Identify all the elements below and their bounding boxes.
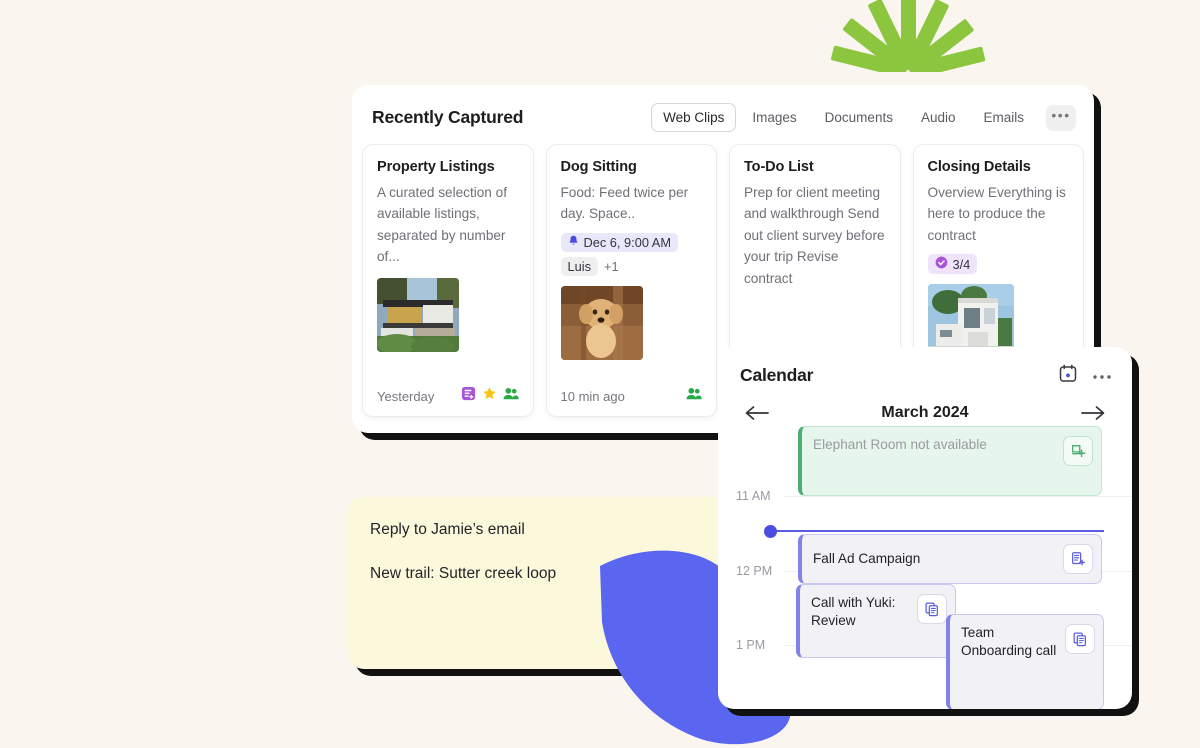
- people-green-icon[interactable]: [686, 386, 702, 406]
- calendar-event-fall-ad-campaign[interactable]: Fall Ad Campaign: [798, 534, 1102, 584]
- star-yellow-icon[interactable]: [482, 386, 497, 406]
- hour-label-11am: 11 AM: [736, 489, 771, 503]
- event-title: Fall Ad Campaign: [813, 550, 921, 566]
- check-circle-icon: [935, 256, 948, 272]
- page-title: Recently Captured: [372, 107, 524, 127]
- next-month-button[interactable]: [1080, 405, 1106, 421]
- recently-captured-header: Recently Captured Web Clips Images Docum…: [352, 85, 1094, 144]
- card-body: Food: Feed twice per day. Space..: [560, 185, 689, 222]
- card-footer: Yesterday: [377, 374, 519, 406]
- reminder-text: Dec 6, 9:00 AM: [583, 234, 672, 250]
- card-body: Overview Everything is here to produce t…: [927, 185, 1066, 243]
- event-title: Elephant Room not available: [813, 437, 987, 452]
- calendar-event-team-onboarding[interactable]: Team Onboarding call: [946, 614, 1104, 709]
- calendar-day-grid[interactable]: 11 AM 12 PM 1 PM Elephant Room not avail…: [718, 426, 1132, 709]
- tab-emails[interactable]: Emails: [971, 103, 1036, 132]
- prev-month-button[interactable]: [744, 405, 770, 421]
- event-title: Team Onboarding call: [961, 625, 1057, 659]
- note-purple-icon[interactable]: [461, 386, 476, 406]
- tab-web-clips[interactable]: Web Clips: [651, 103, 737, 132]
- progress-text: 3/4: [952, 256, 971, 272]
- current-time-dot: [764, 525, 777, 538]
- calendar-dot-icon[interactable]: [1058, 363, 1078, 388]
- hour-label-12pm: 12 PM: [736, 564, 773, 578]
- card-meta-row: Dec 6, 9:00 AM: [560, 232, 703, 252]
- add-note-icon[interactable]: [1063, 544, 1093, 574]
- tab-audio[interactable]: Audio: [909, 103, 968, 132]
- card-body: Prep for client meeting and walkthrough …: [744, 185, 885, 286]
- thumbnail-house-exterior: [377, 277, 459, 352]
- reminder-badge[interactable]: Dec 6, 9:00 AM: [560, 232, 678, 252]
- card-body: A curated selection of available listing…: [377, 185, 507, 265]
- person-extra-count[interactable]: +1: [604, 259, 619, 274]
- card-title: To-Do List: [744, 159, 814, 175]
- event-title: Call with Yuki: Review: [811, 595, 896, 629]
- card-title: Dog Sitting: [560, 159, 637, 175]
- thumbnail-poodle-puppy: [560, 285, 643, 360]
- card-meta-row: 3/4: [927, 254, 1070, 275]
- copy-note-icon[interactable]: [1065, 624, 1095, 654]
- person-chip-luis[interactable]: Luis: [560, 256, 598, 276]
- green-sunburst-icon: [808, 0, 1008, 79]
- app-canvas: Recently Captured Web Clips Images Docum…: [0, 0, 1200, 748]
- bell-icon: [568, 235, 579, 250]
- calendar-event-call-with-yuki[interactable]: Call with Yuki: Review: [796, 584, 956, 658]
- progress-badge[interactable]: 3/4: [927, 254, 978, 275]
- add-note-green-icon[interactable]: [1063, 436, 1093, 466]
- current-time-line: [768, 530, 1104, 532]
- card-title: Property Listings: [377, 159, 495, 175]
- calendar-month-label: March 2024: [881, 404, 969, 421]
- hour-gridline: [784, 496, 1132, 497]
- capture-type-tabs: Web Clips Images Documents Audio Emails …: [651, 103, 1076, 132]
- card-timestamp: 10 min ago: [560, 388, 625, 404]
- tab-documents[interactable]: Documents: [813, 103, 905, 132]
- card-people-row: Luis +1: [560, 256, 703, 276]
- calendar-header: Calendar: [718, 347, 1132, 394]
- card-icon-row: [686, 386, 702, 406]
- card-icon-row: [461, 386, 519, 406]
- calendar-panel: Calendar March 2024 11 AM 12 PM 1 PM Ele…: [718, 347, 1132, 709]
- capture-card-dog-sitting[interactable]: Dog Sitting Food: Feed twice per day. Sp…: [545, 144, 717, 417]
- more-horizontal-icon[interactable]: [1092, 367, 1112, 385]
- hour-label-1pm: 1 PM: [736, 638, 766, 652]
- card-timestamp: Yesterday: [377, 388, 435, 404]
- calendar-event-elephant-room[interactable]: Elephant Room not available: [798, 426, 1102, 496]
- more-horizontal-icon[interactable]: •••: [1046, 104, 1076, 131]
- copy-note-icon[interactable]: [917, 594, 947, 624]
- card-title: Closing Details: [927, 159, 1031, 175]
- calendar-header-actions: [1058, 363, 1112, 388]
- people-green-icon[interactable]: [503, 386, 519, 406]
- capture-card-property-listings[interactable]: Property Listings A curated selection of…: [362, 144, 534, 417]
- tab-images[interactable]: Images: [740, 103, 808, 132]
- card-footer: 10 min ago: [561, 374, 703, 406]
- calendar-title: Calendar: [740, 365, 814, 385]
